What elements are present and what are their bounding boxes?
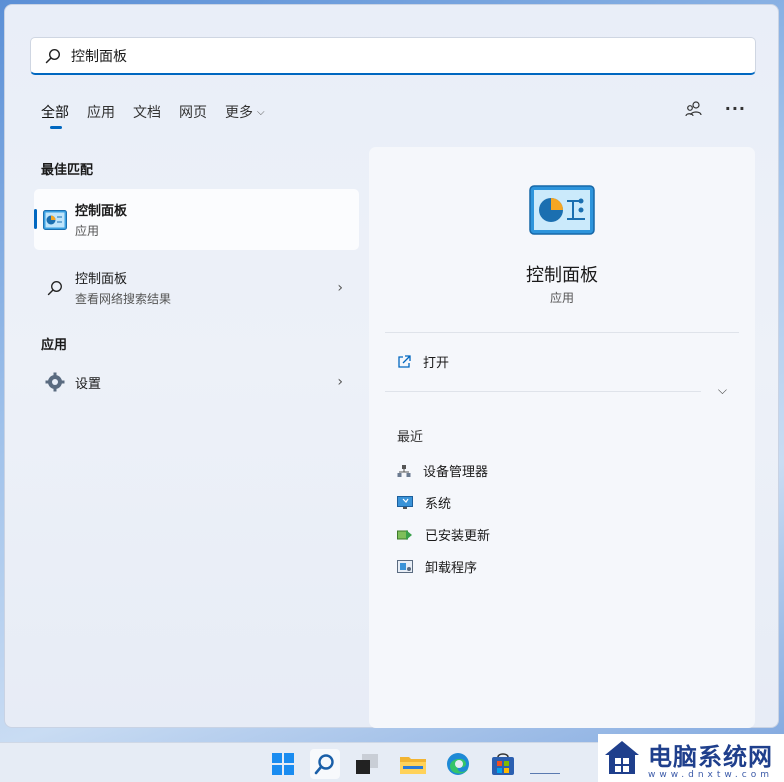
tab-label: 网页 <box>179 105 207 121</box>
recent-item-label: 卸载程序 <box>425 561 478 576</box>
tab-more[interactable]: 更多 ⌵ <box>225 101 265 123</box>
search-input[interactable] <box>71 47 731 64</box>
recent-item-system[interactable]: 系统 <box>397 493 451 512</box>
uninstall-icon <box>397 559 413 573</box>
people-icon[interactable] <box>685 100 703 118</box>
recent-item-label: 已安装更新 <box>425 529 491 544</box>
chevron-right-icon: › <box>337 279 343 296</box>
start-search-panel: 全部 应用 文档 网页 更多 ⌵ ··· 最佳匹配 <box>4 4 779 728</box>
divider <box>385 332 739 333</box>
edge-icon[interactable] <box>443 749 473 779</box>
tab-web[interactable]: 网页 <box>179 101 207 123</box>
gear-icon <box>41 372 69 392</box>
web-result-title: 控制面板 <box>75 272 128 287</box>
detail-pane: 控制面板 应用 打开 ⌵ 最近 设备管理器 系统 已安装更新 卸载程序 <box>369 147 755 728</box>
app-result-title: 设置 <box>75 376 102 392</box>
control-panel-icon <box>41 209 69 230</box>
web-result-subtitle: 查看网络搜索结果 <box>75 292 172 306</box>
open-external-icon <box>398 354 411 368</box>
search-icon <box>45 48 61 63</box>
task-view-icon[interactable] <box>352 749 382 779</box>
divider <box>385 391 701 392</box>
chevron-down-icon[interactable]: ⌵ <box>718 383 727 398</box>
recent-item-installed-updates[interactable]: 已安装更新 <box>397 525 490 544</box>
recent-item-uninstall[interactable]: 卸载程序 <box>397 557 477 576</box>
recent-item-label: 设备管理器 <box>423 465 489 480</box>
file-explorer-icon[interactable] <box>398 749 428 779</box>
system-icon <box>397 495 413 509</box>
recent-item-device-manager[interactable]: 设备管理器 <box>397 461 488 480</box>
app-result-settings[interactable]: 设置 › <box>41 372 351 392</box>
recent-heading: 最近 <box>397 430 424 445</box>
open-label: 打开 <box>423 356 450 371</box>
tab-documents[interactable]: 文档 <box>133 101 161 123</box>
running-indicator <box>530 773 560 774</box>
apps-heading: 应用 <box>41 338 68 353</box>
tab-all[interactable]: 全部 <box>41 101 69 129</box>
open-button[interactable]: 打开 <box>397 352 449 371</box>
watermark-url: www.dnxtw.com <box>648 769 774 780</box>
best-match-item[interactable]: 控制面板 应用 <box>41 200 351 239</box>
store-icon[interactable] <box>488 749 518 779</box>
search-box[interactable] <box>30 37 756 75</box>
best-match-title: 控制面板 <box>75 204 128 219</box>
detail-subtitle: 应用 <box>549 291 574 305</box>
watermark-title: 电脑系统网 <box>648 741 773 771</box>
best-match-subtitle: 应用 <box>75 224 100 238</box>
tab-label: 应用 <box>87 105 115 121</box>
chevron-down-icon: ⌵ <box>257 106 265 118</box>
best-match-heading: 最佳匹配 <box>41 163 94 178</box>
site-watermark: 电脑系统网 www.dnxtw.com <box>598 734 784 782</box>
recent-item-label: 系统 <box>425 497 452 512</box>
chevron-right-icon: › <box>337 374 343 390</box>
detail-title: 控制面板 <box>526 265 598 286</box>
house-logo-icon <box>605 741 639 774</box>
taskbar-search-icon[interactable] <box>310 749 340 779</box>
start-icon[interactable] <box>268 749 298 779</box>
filter-tabs: 全部 应用 文档 网页 更多 ⌵ <box>41 101 283 131</box>
search-icon <box>41 280 69 296</box>
installed-updates-icon <box>397 529 412 540</box>
top-right-actions: ··· <box>685 99 746 118</box>
tab-label: 文档 <box>133 105 161 121</box>
tab-label: 更多 <box>225 105 253 121</box>
more-icon[interactable]: ··· <box>725 99 746 118</box>
web-search-result[interactable]: 控制面板 查看网络搜索结果 › <box>41 268 351 307</box>
device-manager-icon <box>397 464 411 477</box>
control-panel-large-icon <box>529 185 595 239</box>
tab-apps[interactable]: 应用 <box>87 101 115 123</box>
selection-indicator <box>34 209 37 229</box>
tab-label: 全部 <box>41 105 69 121</box>
